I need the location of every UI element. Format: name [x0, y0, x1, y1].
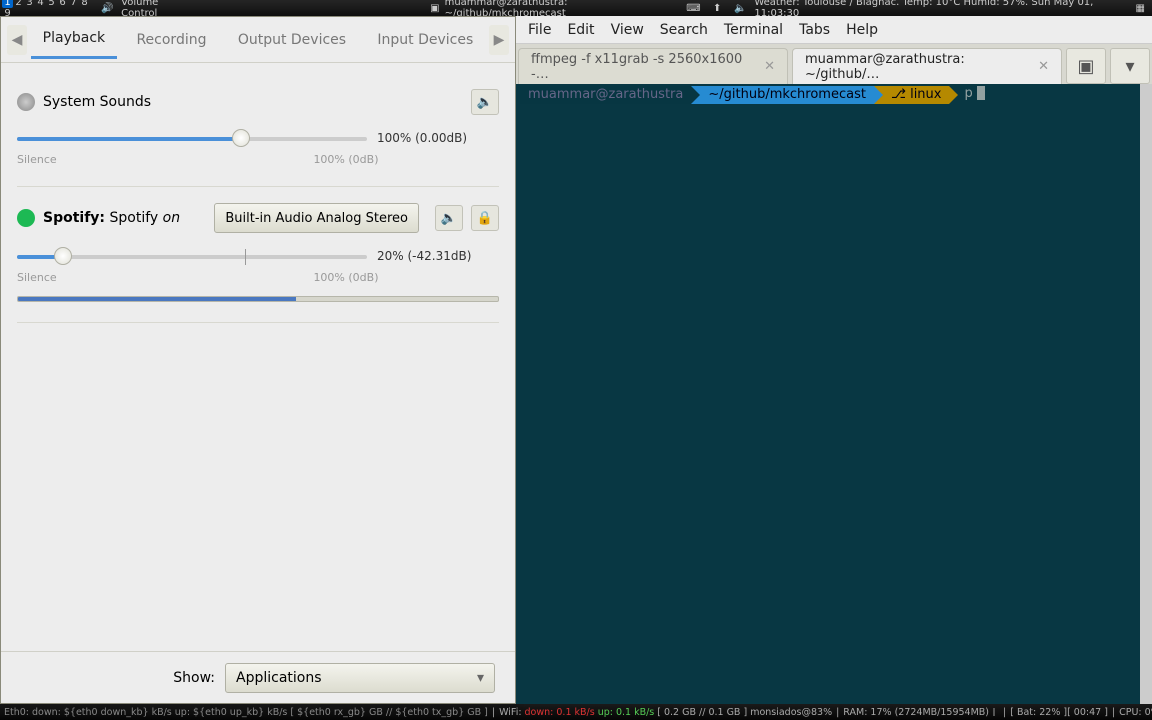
terminal-viewport[interactable]: muammar@zarathustra ~/github/mkchromecas…	[516, 84, 1152, 704]
prompt-path: ~/github/mkchromecast	[700, 86, 874, 104]
ram-bar	[993, 708, 995, 716]
top-panel: 123456789 🔊 Volume Control ▣ muammar@zar…	[0, 0, 1152, 16]
workspace-7[interactable]: 7	[68, 0, 79, 8]
workspace-2[interactable]: 2	[13, 0, 24, 8]
workspace-4[interactable]: 4	[35, 0, 46, 8]
terminal-tab-ffmpeg[interactable]: ffmpeg -f x11grab -s 2560x1600 -… ✕	[518, 48, 788, 84]
label-silence: Silence	[17, 153, 57, 166]
workspace-6[interactable]: 6	[57, 0, 68, 8]
workspace-5[interactable]: 5	[46, 0, 57, 8]
tab-menu-dropdown[interactable]: ▾	[1110, 48, 1150, 84]
prompt-user: muammar@zarathustra	[520, 86, 691, 104]
workspace-8[interactable]: 8	[79, 0, 90, 8]
workspace-3[interactable]: 3	[24, 0, 35, 8]
menu-edit[interactable]: Edit	[567, 22, 594, 38]
close-icon[interactable]: ✕	[1038, 59, 1049, 74]
output-device-select[interactable]: Built-in Audio Analog Stereo	[214, 203, 419, 233]
new-tab-button[interactable]: ▣	[1066, 48, 1106, 84]
terminal-icon: ▣	[428, 1, 442, 15]
volume-slider-spotify[interactable]	[17, 245, 367, 267]
tab-recording[interactable]: Recording	[124, 22, 218, 58]
keyboard-icon[interactable]: ⌨	[686, 1, 700, 15]
workspace-1[interactable]: 1	[2, 0, 13, 8]
close-icon[interactable]: ✕	[764, 59, 775, 74]
tab-input-devices[interactable]: Input Devices	[365, 22, 485, 58]
vu-meter	[17, 296, 499, 302]
stream-title: Spotify: Spotify on	[43, 210, 206, 226]
mute-button[interactable]: 🔈	[435, 205, 463, 231]
system-sounds-icon	[17, 93, 35, 111]
tab-output-devices[interactable]: Output Devices	[226, 22, 358, 58]
label-base: 100% (0dB)	[313, 153, 378, 166]
menu-search[interactable]: Search	[660, 22, 708, 38]
volume-icon: 🔊	[101, 1, 115, 15]
menu-view[interactable]: View	[611, 22, 644, 38]
lock-channels-button[interactable]: 🔒	[471, 205, 499, 231]
cursor	[977, 86, 985, 100]
stream-title: System Sounds	[43, 94, 463, 110]
menu-icon[interactable]: ▦	[1134, 1, 1147, 15]
tab-playback[interactable]: Playback	[31, 20, 117, 59]
mute-button[interactable]: 🔈	[471, 89, 499, 115]
menu-tabs[interactable]: Tabs	[799, 22, 830, 38]
label-silence: Silence	[17, 271, 57, 284]
volume-readout: 100% (0.00dB)	[377, 131, 467, 145]
terminal-tab-mkchromecast[interactable]: muammar@zarathustra: ~/github/… ✕	[792, 48, 1062, 84]
spotify-icon	[17, 209, 35, 227]
label-base: 100% (0dB)	[313, 271, 378, 284]
stream-spotify: Spotify: Spotify on Built-in Audio Analo…	[17, 187, 499, 323]
tabs-right-arrow[interactable]: ▶	[489, 25, 509, 55]
volume-readout: 20% (-42.31dB)	[377, 249, 471, 263]
typed-command: p	[958, 86, 972, 104]
volume-control-window: ◀ Playback Recording Output Devices Inpu…	[0, 16, 516, 704]
statusbar: Eth0: down: ${eth0 down_kb} kB/s up: ${e…	[0, 704, 1152, 720]
volume-slider-sys[interactable]	[17, 127, 367, 149]
prompt-branch: ⎇ linux	[883, 86, 950, 104]
show-label: Show:	[173, 670, 215, 686]
menubar: File Edit View Search Terminal Tabs Help	[516, 16, 1152, 44]
sound-tray-icon[interactable]: 🔈	[734, 1, 747, 15]
menu-file[interactable]: File	[528, 22, 551, 38]
menu-help[interactable]: Help	[846, 22, 878, 38]
terminal-window: File Edit View Search Terminal Tabs Help…	[516, 16, 1152, 704]
pav-tabset: Playback Recording Output Devices Input …	[27, 20, 489, 59]
show-filter-select[interactable]: Applications ▾	[225, 663, 495, 693]
menu-terminal[interactable]: Terminal	[724, 22, 783, 38]
updates-icon[interactable]: ⬆	[710, 1, 723, 15]
scrollbar[interactable]	[1140, 84, 1152, 704]
stream-system-sounds: System Sounds 🔈 100% (0.00dB) Silence 10…	[17, 73, 499, 187]
tabs-left-arrow[interactable]: ◀	[7, 25, 27, 55]
